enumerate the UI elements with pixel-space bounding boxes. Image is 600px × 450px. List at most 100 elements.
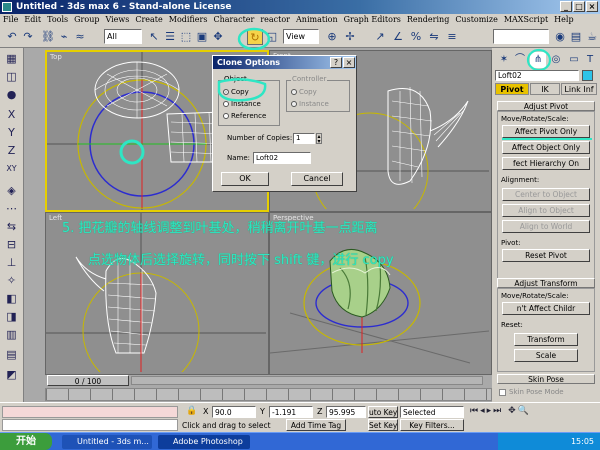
named-selection-dropdown[interactable] (493, 29, 549, 44)
dialog-close-button[interactable]: × (343, 57, 355, 68)
cancel-button[interactable]: Cancel (291, 172, 343, 186)
task-3dsmax[interactable]: Untitled - 3ds m... (62, 435, 152, 449)
skin-pose-mode-checkbox[interactable] (499, 389, 506, 396)
radio-controller-copy[interactable]: Copy (291, 88, 317, 96)
align-view-icon[interactable]: ◨ (3, 310, 20, 324)
select-object-icon[interactable]: ↖ (146, 29, 162, 45)
place-highlight-icon[interactable]: ✧ (3, 274, 20, 288)
select-by-name-icon[interactable]: ☰ (162, 29, 178, 45)
snap-toggle-icon[interactable]: ↗ (372, 29, 388, 45)
reference-coord-dropdown[interactable]: View (283, 29, 319, 44)
object-name-field[interactable]: Loft02 (495, 70, 579, 81)
layer-manager-icon[interactable]: ▥ (3, 328, 20, 342)
copies-input[interactable]: 1 (293, 133, 315, 144)
key-mode-dropdown[interactable]: Selected (400, 406, 464, 418)
menu-customize[interactable]: Customize (455, 14, 498, 26)
axis-y-icon[interactable]: Y (3, 126, 20, 140)
spacing-tool-icon[interactable]: ⋯ (3, 202, 20, 216)
reset-transform-button[interactable]: Transform (514, 333, 578, 346)
utilities-tab-icon[interactable]: T (582, 52, 598, 68)
y-coordinate-field[interactable]: -1.191 (269, 406, 313, 418)
time-slider[interactable]: 0 / 100 (47, 375, 129, 386)
ok-button[interactable]: OK (221, 172, 269, 186)
center-to-object-button[interactable]: Center to Object (502, 188, 590, 201)
viewport-left[interactable]: Left (45, 212, 269, 375)
copies-spinner[interactable]: ▴ ▾ (316, 133, 322, 145)
menu-modifiers[interactable]: Modifiers (169, 14, 208, 26)
reset-scale-button[interactable]: Scale (514, 349, 578, 362)
redo-icon[interactable]: ↷ (20, 29, 36, 45)
set-key-button[interactable]: Set Key (368, 419, 398, 431)
track-bar[interactable] (45, 388, 492, 401)
region-select-icon[interactable]: ⬚ (178, 29, 194, 45)
create-box-icon[interactable]: ▦ (3, 52, 20, 66)
menu-edit[interactable]: Edit (24, 14, 41, 26)
affect-object-only-button[interactable]: Affect Object Only (502, 141, 590, 154)
select-manipulate-icon[interactable]: ✢ (342, 29, 358, 45)
axis-x-icon[interactable]: X (3, 108, 20, 122)
display-tab-icon[interactable]: ▭ (566, 52, 582, 68)
menu-rendering[interactable]: Rendering (407, 14, 449, 26)
align-icon[interactable]: ≡ (444, 29, 460, 45)
object-color-swatch[interactable] (582, 70, 593, 81)
viewport-perspective[interactable]: Perspective (269, 212, 492, 375)
quick-render-icon[interactable]: ☕ (584, 29, 600, 45)
start-button[interactable]: 开始 (0, 433, 52, 450)
maximize-button[interactable]: □ (573, 1, 585, 12)
reset-pivot-button[interactable]: Reset Pivot (502, 249, 590, 262)
dialog-help-button[interactable]: ? (330, 57, 342, 68)
task-photoshop[interactable]: Adobe Photoshop (158, 435, 250, 449)
tab-ik[interactable]: IK (530, 83, 560, 95)
bind-space-warp-icon[interactable]: ≈ (72, 29, 88, 45)
radio-controller-instance[interactable]: Instance (291, 100, 329, 108)
pivot-center-icon[interactable]: ⊕ (324, 29, 340, 45)
x-coordinate-field[interactable]: 90.0 (212, 406, 256, 418)
schematic-view-icon[interactable]: ◩ (3, 368, 20, 382)
skin-pose-rollout[interactable]: Skin Pose (497, 374, 595, 384)
name-input[interactable]: Loft02 (253, 152, 311, 164)
align-to-world-button[interactable]: Align to World (502, 220, 590, 233)
normal-align-icon[interactable]: ⊥ (3, 256, 20, 270)
selection-filter-dropdown[interactable]: All (104, 29, 142, 44)
lock-selection-icon[interactable]: 🔒 (182, 406, 202, 418)
axis-z-icon[interactable]: Z (3, 144, 20, 158)
window-crossing-icon[interactable]: ▣ (194, 29, 210, 45)
create-sphere-icon[interactable]: ● (3, 88, 20, 102)
auto-key-button[interactable]: uto Key (368, 406, 398, 418)
maxscript-listener-mini[interactable] (2, 406, 178, 418)
playback-controls[interactable]: ⏮◂▸⏭ ✥🔍 (470, 406, 598, 430)
menu-character[interactable]: Character (213, 14, 254, 26)
track-view-icon[interactable]: ▤ (3, 348, 20, 362)
menu-group[interactable]: Group (74, 14, 99, 26)
mirror-icon[interactable]: ⇋ (426, 29, 442, 45)
tab-pivot[interactable]: Pivot (495, 83, 529, 95)
align-tool-icon[interactable]: ⊟ (3, 238, 20, 252)
affect-hierarchy-only-button[interactable]: fect Hierarchy On (502, 157, 590, 170)
unlink-icon[interactable]: ⌁ (56, 29, 72, 45)
menu-maxscript[interactable]: MAXScript (504, 14, 548, 26)
menu-tools[interactable]: Tools (47, 14, 68, 26)
tab-link-info[interactable]: Link Inf (561, 83, 597, 95)
link-icon[interactable]: ⛓ (40, 29, 56, 45)
dont-affect-children-button[interactable]: n't Affect Childr (502, 302, 590, 315)
adjust-pivot-rollout[interactable]: Adjust Pivot (497, 101, 595, 111)
adjust-transform-rollout[interactable]: Adjust Transform (497, 278, 595, 288)
close-button[interactable]: × (586, 1, 598, 12)
array-icon[interactable]: ◈ (3, 184, 20, 198)
create-cylinder-icon[interactable]: ◫ (3, 70, 20, 84)
menu-animation[interactable]: Animation (296, 14, 338, 26)
menu-graph-editors[interactable]: Graph Editors (344, 14, 401, 26)
menu-views[interactable]: Views (105, 14, 129, 26)
create-tab-icon[interactable]: ✶ (496, 52, 512, 68)
minimize-button[interactable]: _ (560, 1, 572, 12)
align-to-object-button[interactable]: Align to Object (502, 204, 590, 217)
mirror-tool-icon[interactable]: ⇆ (3, 220, 20, 234)
select-move-icon[interactable]: ✥ (210, 29, 226, 45)
undo-icon[interactable]: ↶ (4, 29, 20, 45)
menu-file[interactable]: File (3, 14, 18, 26)
axis-xy-icon[interactable]: XY (3, 162, 20, 176)
add-time-tag-button[interactable]: Add Time Tag (286, 419, 346, 431)
z-coordinate-field[interactable]: 95.995 (326, 406, 366, 418)
menu-create[interactable]: Create (135, 14, 162, 26)
menu-reactor[interactable]: reactor (260, 14, 290, 26)
